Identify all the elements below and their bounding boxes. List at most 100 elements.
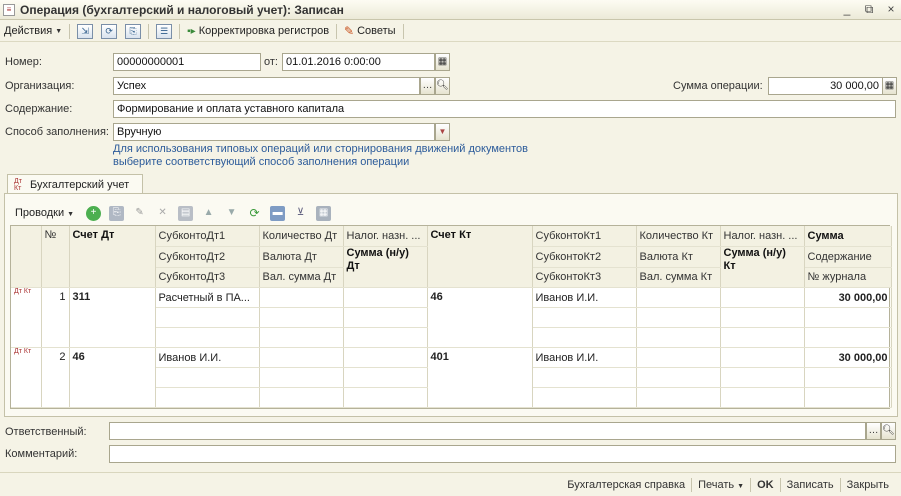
register-icon: ▪▸ [187,25,196,37]
header-content[interactable]: Содержание [804,246,892,268]
dt-kt-icon: Дт Кт [14,348,32,355]
tips-label: Советы [357,25,396,37]
ok-button[interactable]: OK [751,479,780,491]
row-sub-dt1[interactable]: Расчетный в ПА... [155,287,260,308]
header-cur-dt[interactable]: Валюта Дт [259,246,344,268]
close-form-button[interactable]: Закрыть [841,479,895,491]
register-corrections-button[interactable]: ▪▸ Корректировка регистров [183,22,333,41]
header-tax-sum-dt[interactable]: Сумма (н/у) Дт [343,246,428,288]
row-sum[interactable]: 30 000,00 [804,287,892,308]
move-down-icon[interactable]: ▼ [224,206,239,221]
actions-label: Действия [4,25,53,37]
organization-field[interactable]: Успех [113,77,420,95]
fill-method-label: Способ заполнения: [5,126,109,138]
journal-button[interactable]: ☰ [152,22,176,41]
chevron-down-icon: ▼ [55,27,63,35]
calculator-button[interactable]: ▦ [882,77,897,95]
header-sub-dt1[interactable]: СубконтоДт1 [155,226,260,247]
date-field[interactable]: 01.01.2016 0:00:00 [282,53,435,71]
header-acc-kt[interactable]: Счет Кт [427,226,533,288]
actions-menu[interactable]: Действия ▼ [0,22,66,41]
minimize-button[interactable]: _ [841,2,853,17]
row-sum[interactable]: 30 000,00 [804,347,892,368]
header-cur-kt[interactable]: Валюта Кт [636,246,721,268]
row-acc-dt[interactable]: 46 [69,347,156,408]
row-acc-kt[interactable]: 46 [427,287,533,348]
header-sum[interactable]: Сумма [804,226,892,247]
header-num[interactable]: № [41,226,70,288]
row-acc-dt[interactable]: 311 [69,287,156,348]
header-tax-kt[interactable]: Налог. назн. ... [720,226,805,247]
postings-menu-label: Проводки [15,207,65,219]
header-tax-dt[interactable]: Налог. назн. ... [343,226,428,247]
fill-hint-line2: выберите соответствующий способ заполнен… [113,156,410,168]
header-qty-kt[interactable]: Количество Кт [636,226,721,247]
table-row[interactable]: Дт Кт 2 46 Иванов И.И. 401 Иванов И.И. 3… [11,347,892,408]
end-edit-icon[interactable]: ▤ [178,205,194,221]
header-tax-sum-kt[interactable]: Сумма (н/у) Кт [720,246,805,288]
postings-table[interactable]: № Счет Дт СубконтоДт1 Количество Дт Нало… [10,225,892,409]
copy-row-icon[interactable]: ⎘ [109,205,125,221]
header-sub-kt2[interactable]: СубконтоКт2 [532,246,637,268]
responsible-select-button[interactable]: … [866,422,881,440]
copy-button[interactable]: ⎘ [121,22,145,41]
row-acc-kt[interactable]: 401 [427,347,533,408]
number-label: Номер: [5,56,42,68]
save-button[interactable]: Записать [781,479,840,491]
row-sub-kt1[interactable]: Иванов И.И. [532,347,637,368]
search-icon: 🔍︎ [436,80,449,91]
print-menu[interactable]: Печать ▼ [692,479,750,491]
responsible-search-button[interactable]: 🔍︎ [881,422,896,440]
sum-label: Сумма операции: [673,80,763,92]
close-button[interactable]: × [885,2,897,17]
responsible-field[interactable] [109,422,866,440]
postings-menu[interactable]: Проводки ▼ [15,207,74,219]
accounting-report-button[interactable]: Бухгалтерская справка [561,479,691,491]
refresh-icon: ⟳ [101,23,118,39]
document-icon: ≡ [3,3,15,16]
header-sub-kt3[interactable]: СубконтоКт3 [532,267,637,288]
row-num: 2 [41,347,70,408]
tips-button[interactable]: ✎ Советы [340,22,400,41]
table-row[interactable]: Дт Кт 1 311 Расчетный в ПА... 46 Иванов … [11,287,892,348]
row-sub-kt1[interactable]: Иванов И.И. [532,287,637,308]
org-search-button[interactable]: 🔍︎ [435,77,450,95]
tab-accounting-label: Бухгалтерский учет [30,178,130,191]
fill-method-dropdown-button[interactable]: ▼ [435,123,450,141]
post-icon: ⇲ [77,23,94,39]
refresh-button[interactable]: ⟳ [97,22,121,41]
header-sub-kt1[interactable]: СубконтоКт1 [532,226,637,247]
org-label: Организация: [5,80,75,92]
edit-icon[interactable]: ✎ [132,206,147,221]
comment-field[interactable] [109,445,896,463]
fill-method-select[interactable]: Вручную [113,123,435,141]
title-bar: ≡ Операция (бухгалтерский и налоговый уч… [0,0,901,20]
main-toolbar: Действия ▼ ⇲ ⟳ ⎘ ☰ ▪▸ Корректировка реги… [0,21,901,42]
move-up-icon[interactable]: ▲ [201,206,216,221]
add-icon[interactable]: + [86,205,102,221]
settings-list-icon[interactable]: ▦ [316,205,332,221]
restore-button[interactable]: ⧉ [863,2,875,17]
header-cur-sum-dt[interactable]: Вал. сумма Дт [259,267,344,288]
delete-icon[interactable]: ✕ [155,206,170,221]
calendar-button[interactable]: ▦ [435,53,450,71]
org-select-button[interactable]: … [420,77,435,95]
operation-sum-field[interactable]: 30 000,00 [768,77,883,95]
copy-icon: ⎘ [125,23,142,39]
header-sub-dt3[interactable]: СубконтоДт3 [155,267,260,288]
header-qty-dt[interactable]: Количество Дт [259,226,344,247]
header-cur-sum-kt[interactable]: Вал. сумма Кт [636,267,721,288]
post-and-close-button[interactable]: ⇲ [73,22,97,41]
refresh-rows-icon[interactable]: ⟳ [247,206,262,221]
header-journal[interactable]: № журнала [804,267,892,288]
content-field[interactable]: Формирование и оплата уставного капитала [113,100,896,118]
header-acc-dt[interactable]: Счет Дт [69,226,156,288]
header-icon-col [11,226,42,288]
fill-icon[interactable]: ▬ [270,205,286,221]
date-label: от: [264,56,278,68]
number-field[interactable]: 00000000001 [113,53,261,71]
row-sub-dt1[interactable]: Иванов И.И. [155,347,260,368]
tab-accounting[interactable]: Дт Кт Бухгалтерский учет [7,174,143,194]
filter-icon[interactable]: ⊻ [293,206,308,221]
header-sub-dt2[interactable]: СубконтоДт2 [155,246,260,268]
